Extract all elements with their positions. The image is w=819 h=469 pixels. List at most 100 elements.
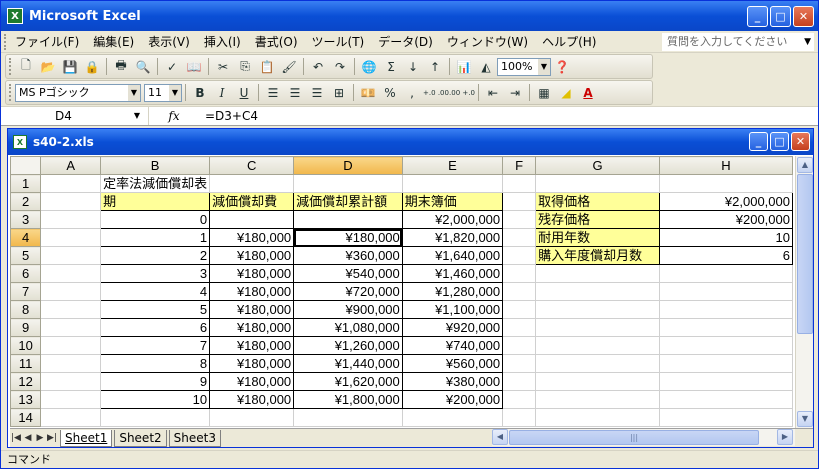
cell[interactable]	[535, 282, 660, 301]
period-cell[interactable]: 2	[100, 246, 211, 265]
period-cell[interactable]: 1	[100, 228, 211, 247]
permission-icon[interactable]: 🔒	[81, 56, 103, 77]
period-cell[interactable]: 4	[100, 282, 211, 301]
comma-button[interactable]: ,	[401, 82, 423, 103]
cell[interactable]	[658, 282, 793, 301]
menu-view[interactable]: 表示(V)	[141, 32, 197, 52]
cell[interactable]	[658, 264, 793, 283]
underline-button[interactable]: U	[233, 82, 255, 103]
borders-icon[interactable]: ▦	[533, 82, 555, 103]
cumulative-cell[interactable]: ¥720,000	[293, 282, 403, 301]
help-search-input[interactable]: 質問を入力してください ▼	[662, 33, 814, 51]
cell[interactable]	[40, 174, 102, 193]
font-name-select[interactable]: MS Pゴシック ▼	[15, 83, 141, 102]
cell[interactable]	[40, 408, 102, 427]
period-cell[interactable]: 8	[100, 354, 211, 373]
depreciation-cell[interactable]: ¥180,000	[209, 282, 295, 301]
depreciation-cell[interactable]	[209, 210, 295, 229]
decrease-decimal-button[interactable]: .00 +.0	[449, 82, 475, 103]
column-header-g[interactable]: G	[535, 156, 660, 175]
row-header[interactable]: 11	[10, 354, 42, 373]
workbook-close-button[interactable]: ✕	[791, 132, 810, 151]
row-header[interactable]: 3	[10, 210, 42, 229]
chevron-down-icon[interactable]: ▼	[128, 84, 140, 101]
cell[interactable]	[100, 408, 211, 427]
header-period-cell[interactable]: 期	[100, 192, 211, 211]
hyperlink-icon[interactable]: 🌐	[358, 56, 380, 77]
param-label-cell[interactable]: 残存価格	[535, 210, 660, 229]
cell[interactable]	[40, 264, 102, 283]
cell[interactable]	[40, 228, 102, 247]
decrease-indent-icon[interactable]: ⇤	[482, 82, 504, 103]
row-header[interactable]: 14	[10, 408, 42, 427]
depreciation-cell[interactable]: ¥180,000	[209, 264, 295, 283]
cell[interactable]	[401, 408, 504, 427]
cell[interactable]	[658, 336, 793, 355]
cell[interactable]	[40, 390, 102, 409]
open-folder-icon[interactable]: 📂	[37, 56, 59, 77]
redo-icon[interactable]: ↷	[329, 56, 351, 77]
cell[interactable]	[40, 372, 102, 391]
scroll-left-icon[interactable]: ◀	[492, 429, 508, 445]
cell[interactable]	[502, 318, 537, 337]
menu-insert[interactable]: 挿入(I)	[197, 32, 248, 52]
menu-window[interactable]: ウィンドウ(W)	[440, 32, 535, 52]
formula-input[interactable]: =D3+C4	[199, 109, 258, 123]
vertical-scrollbar[interactable]: ▲ ▼	[795, 156, 813, 428]
cumulative-cell[interactable]: ¥1,080,000	[293, 318, 403, 337]
tab-sheet3[interactable]: Sheet3	[168, 429, 221, 447]
row-header[interactable]: 4	[10, 228, 42, 247]
cell[interactable]	[502, 300, 537, 319]
depreciation-cell[interactable]: ¥180,000	[209, 318, 295, 337]
chevron-down-icon[interactable]: ▼	[804, 34, 811, 50]
zoom-select[interactable]: 100% ▼	[497, 57, 551, 76]
period-cell[interactable]: 9	[100, 372, 211, 391]
param-label-cell[interactable]: 耐用年数	[535, 228, 660, 247]
cell[interactable]	[658, 390, 793, 409]
cumulative-cell[interactable]: ¥1,620,000	[293, 372, 403, 391]
cell[interactable]	[502, 390, 537, 409]
depreciation-cell[interactable]: ¥180,000	[209, 228, 295, 247]
depreciation-cell[interactable]: ¥180,000	[209, 300, 295, 319]
row-header[interactable]: 9	[10, 318, 42, 337]
cell[interactable]	[209, 408, 295, 427]
excel-app-icon[interactable]: X	[7, 8, 23, 24]
horizontal-scroll-thumb[interactable]: |||	[509, 430, 759, 445]
workbook-maximize-button[interactable]: □	[770, 132, 789, 151]
cell[interactable]	[293, 408, 403, 427]
cell[interactable]	[535, 336, 660, 355]
period-cell[interactable]: 10	[100, 390, 211, 409]
print-icon[interactable]: 🖶	[110, 56, 132, 77]
chevron-down-icon[interactable]: ▼	[134, 107, 140, 125]
first-sheet-icon[interactable]: |◀	[10, 433, 22, 443]
table-title-cell[interactable]: 定率法減価償却表	[100, 174, 211, 193]
cell[interactable]	[502, 372, 537, 391]
row-header[interactable]: 8	[10, 300, 42, 319]
italic-button[interactable]: I	[211, 82, 233, 103]
cell[interactable]	[502, 354, 537, 373]
cell[interactable]	[658, 372, 793, 391]
cumulative-cell[interactable]: ¥1,800,000	[293, 390, 403, 409]
menu-format[interactable]: 書式(O)	[248, 32, 305, 52]
scroll-up-icon[interactable]: ▲	[797, 157, 813, 173]
book-value-cell[interactable]: ¥560,000	[401, 354, 504, 373]
bold-button[interactable]: B	[189, 82, 211, 103]
scroll-right-icon[interactable]: ▶	[777, 429, 793, 445]
align-center-icon[interactable]: ☰	[284, 82, 306, 103]
row-header[interactable]: 7	[10, 282, 42, 301]
chevron-down-icon[interactable]: ▼	[169, 84, 181, 101]
row-header[interactable]: 10	[10, 336, 42, 355]
workbook-icon[interactable]: X	[13, 135, 27, 149]
row-header[interactable]: 5	[10, 246, 42, 265]
cumulative-cell[interactable]: ¥360,000	[293, 246, 403, 265]
cell[interactable]	[40, 210, 102, 229]
param-label-cell[interactable]: 取得価格	[535, 192, 660, 211]
cell[interactable]	[40, 246, 102, 265]
cell[interactable]	[658, 354, 793, 373]
increase-decimal-button[interactable]: +.0 .00	[423, 82, 449, 103]
param-value-cell[interactable]: 6	[658, 246, 793, 265]
cell[interactable]	[502, 192, 537, 211]
cell[interactable]	[535, 372, 660, 391]
row-header[interactable]: 12	[10, 372, 42, 391]
param-value-cell[interactable]: ¥2,000,000	[658, 192, 793, 211]
